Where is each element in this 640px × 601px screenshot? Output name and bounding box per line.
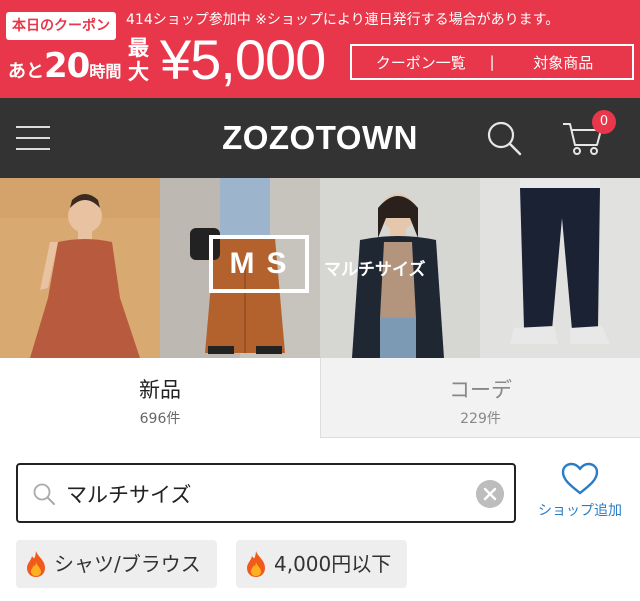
menu-icon[interactable] — [16, 126, 50, 150]
tab-count: 229件 — [460, 411, 501, 427]
chip-label: 4,000円以下 — [274, 552, 392, 576]
suggest-chip-shirts-blouses[interactable]: シャツ/ブラウス — [16, 540, 217, 588]
clear-search-icon[interactable] — [476, 480, 504, 508]
item-tabs: 新品 696件 コーデ 229件 — [0, 358, 640, 438]
coupon-countdown: あと20時間 — [8, 46, 122, 90]
add-shop-label: ショップ追加 — [538, 503, 622, 519]
countdown-suffix: 時間 — [89, 62, 122, 81]
tab-title: コーデ — [449, 378, 512, 402]
coupon-badge: 本日のクーポン — [6, 12, 116, 40]
hero-photo-model-orange-dress — [0, 178, 160, 358]
coupon-list-link[interactable]: クーポン一覧 — [352, 52, 489, 73]
tab-coordinates[interactable]: コーデ 229件 — [320, 358, 640, 438]
heart-icon — [561, 462, 599, 495]
add-shop-favorite-button[interactable]: ショップ追加 — [528, 462, 632, 524]
tab-new-items[interactable]: 新品 696件 — [0, 358, 320, 438]
coupon-links: クーポン一覧 | 対象商品 — [350, 44, 634, 80]
search-box — [16, 463, 516, 523]
coupon-banner[interactable]: 本日のクーポン あと20時間 414ショップ参加中 ※ショップにより連日発行する… — [0, 0, 640, 98]
multi-size-label: マルチサイズ — [324, 260, 426, 280]
countdown-number: 20 — [44, 46, 90, 86]
search-icon[interactable] — [486, 120, 522, 156]
coupon-amount: ¥5,000 — [160, 28, 326, 91]
flame-icon — [27, 551, 45, 577]
cart-count-badge: 0 — [592, 110, 616, 134]
hero-photo-model-jeans — [480, 178, 640, 358]
chip-label: シャツ/ブラウス — [54, 552, 201, 576]
tab-title: 新品 — [139, 378, 181, 402]
suggest-chip-under-4000-yen[interactable]: 4,000円以下 — [236, 540, 408, 588]
tab-count: 696件 — [139, 411, 181, 427]
site-header: ZOZOTOWN 0 — [0, 98, 640, 178]
countdown-prefix: あと — [8, 61, 44, 82]
multi-size-hero-banner[interactable]: MS マルチサイズ — [0, 178, 640, 358]
multi-size-logo: MS — [209, 235, 309, 293]
flame-icon — [247, 551, 265, 577]
search-input[interactable] — [66, 475, 466, 513]
coupon-note: 414ショップ参加中 ※ショップにより連日発行する場合があります。 — [126, 12, 560, 28]
search-icon — [33, 483, 55, 505]
logo-link[interactable] — [218, 116, 424, 160]
coupon-max-label: 最大 — [128, 36, 149, 84]
target-items-link[interactable]: 対象商品 — [495, 52, 632, 73]
